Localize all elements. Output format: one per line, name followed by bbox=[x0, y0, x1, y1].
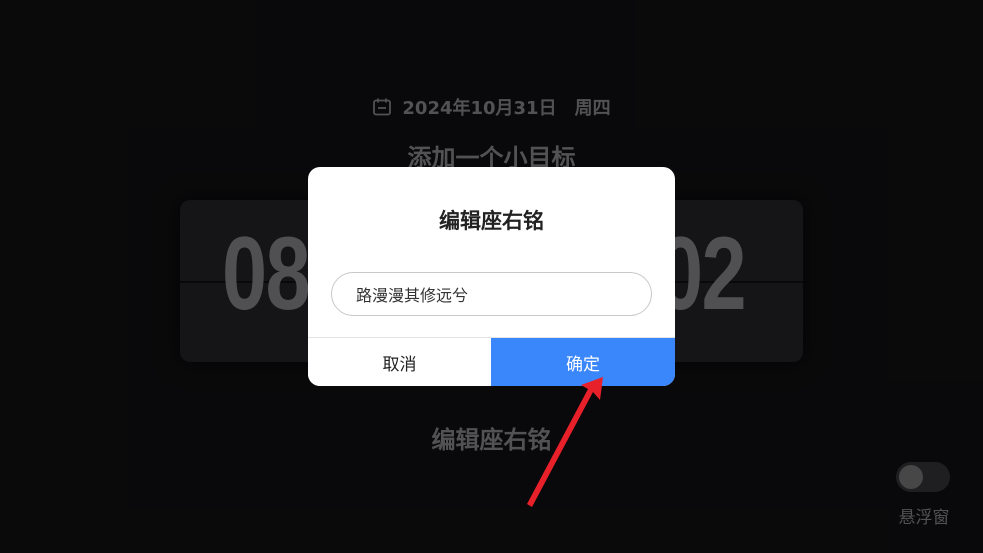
confirm-button[interactable]: 确定 bbox=[491, 338, 675, 386]
motto-input[interactable] bbox=[331, 272, 652, 316]
dialog-title: 编辑座右铭 bbox=[439, 209, 544, 233]
cancel-button[interactable]: 取消 bbox=[308, 338, 491, 386]
edit-motto-dialog: 编辑座右铭 取消 确定 bbox=[308, 167, 675, 386]
dialog-buttons: 取消 确定 bbox=[308, 337, 675, 386]
